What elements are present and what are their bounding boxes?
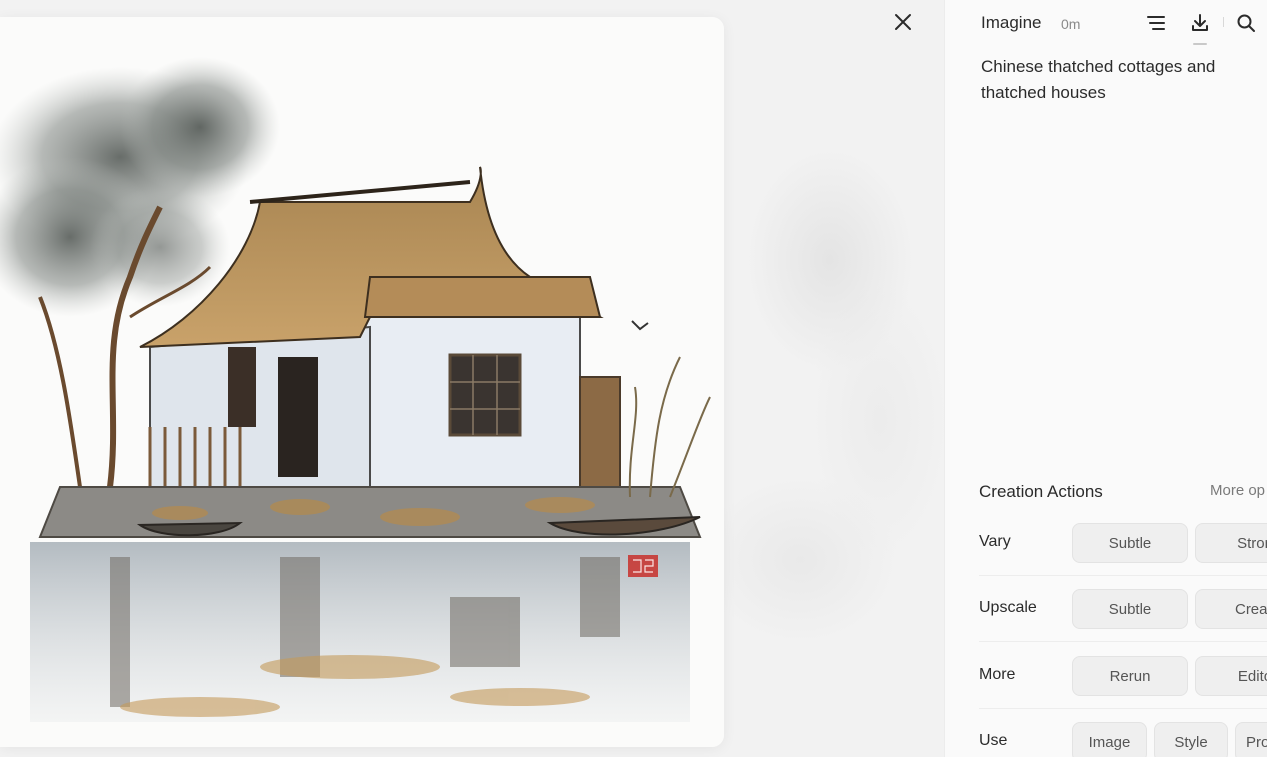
vary-strong-button[interactable]: Stron <box>1195 523 1267 563</box>
generated-image[interactable] <box>0 17 724 747</box>
row-label: More <box>979 666 1016 683</box>
elapsed-time: 0m <box>1061 16 1081 32</box>
row-label: Upscale <box>979 599 1037 616</box>
use-image-button[interactable]: Image <box>1072 722 1147 757</box>
use-style-button[interactable]: Style <box>1154 722 1228 757</box>
use-prompt-button[interactable]: Pro <box>1235 722 1267 757</box>
row-divider <box>979 575 1267 576</box>
row-label: Use <box>979 732 1008 749</box>
close-button[interactable] <box>890 9 916 35</box>
header-divider <box>1223 17 1224 27</box>
download-icon <box>1192 14 1208 31</box>
action-row-more: More Rerun Edito <box>979 656 1267 709</box>
panel-header: Imagine 0m <box>945 0 1267 46</box>
close-icon <box>895 14 911 30</box>
options-button[interactable] <box>1144 11 1168 35</box>
search-icon <box>1237 14 1255 32</box>
panel-title: Imagine <box>981 13 1042 32</box>
action-row-vary: Vary Subtle Stron <box>979 523 1267 576</box>
editor-button[interactable]: Edito <box>1195 656 1267 696</box>
search-button[interactable] <box>1234 11 1258 35</box>
row-divider <box>979 708 1267 709</box>
row-divider <box>979 641 1267 642</box>
details-panel: Imagine 0m Chinese thatched cottages and… <box>944 0 1267 757</box>
prompt-text: Chinese thatched cottages and thatched h… <box>981 57 1216 102</box>
rerun-button[interactable]: Rerun <box>1072 656 1188 696</box>
upscale-subtle-button[interactable]: Subtle <box>1072 589 1188 629</box>
upscale-creative-button[interactable]: Creati <box>1195 589 1267 629</box>
action-row-upscale: Upscale Subtle Creati <box>979 589 1267 642</box>
creation-actions-title: Creation Actions <box>979 482 1103 501</box>
more-options-link[interactable]: More op <box>1210 482 1265 499</box>
options-icon <box>1147 16 1165 30</box>
download-indicator <box>1193 43 1207 45</box>
action-row-use: Use Image Style Pro <box>979 722 1267 757</box>
download-button[interactable] <box>1188 11 1212 35</box>
row-label: Vary <box>979 533 1011 550</box>
vary-subtle-button[interactable]: Subtle <box>1072 523 1188 563</box>
